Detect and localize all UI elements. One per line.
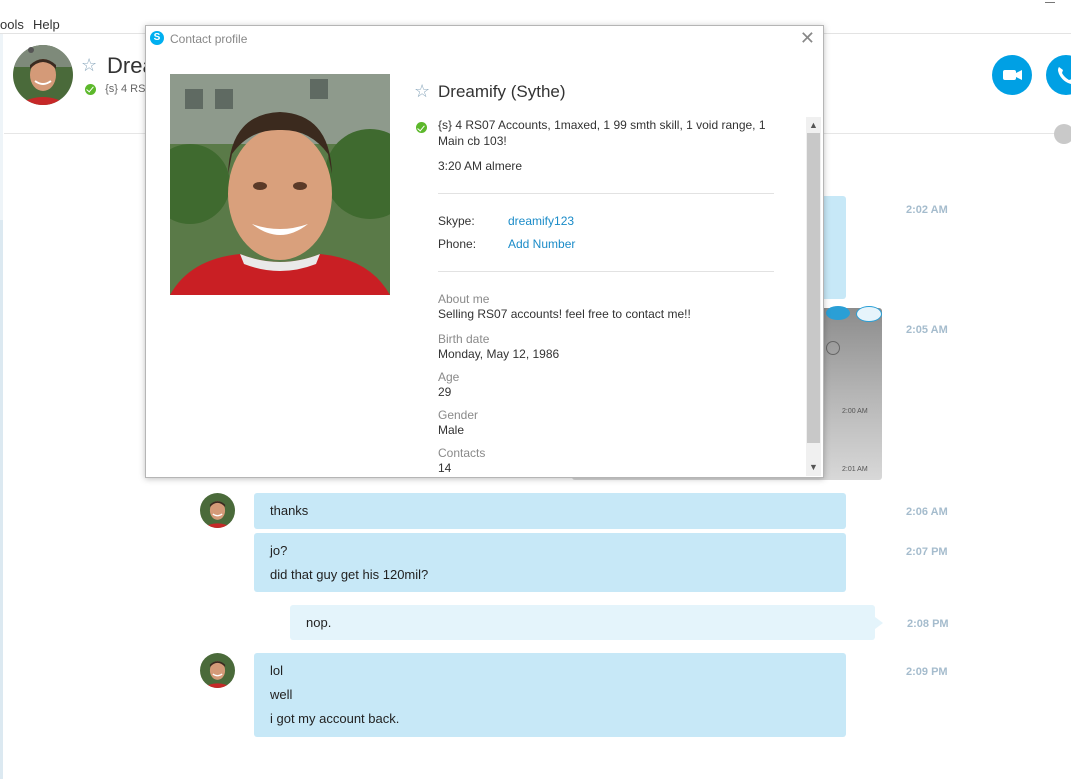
- age-label: Age: [438, 370, 460, 384]
- message-bubble-self: nop.: [290, 605, 875, 640]
- about-value: Selling RS07 accounts! feel free to cont…: [438, 307, 691, 321]
- skype-logo-icon: S: [150, 31, 164, 45]
- profile-name: Dreamify (Sythe): [438, 82, 566, 101]
- divider: [438, 193, 774, 194]
- menu-help[interactable]: Help: [33, 17, 60, 32]
- message-text: well: [270, 687, 293, 702]
- sender-avatar[interactable]: [200, 653, 235, 688]
- contacts-label: Contacts: [438, 446, 486, 460]
- message-text: thanks: [270, 503, 309, 518]
- message-timestamp: 2:07 PM: [906, 546, 948, 558]
- presence-indicator: [28, 47, 34, 53]
- image-timestamp: 2:01 AM: [842, 466, 868, 473]
- conversation-status: {s} 4 RS: [85, 83, 145, 95]
- video-camera-icon: [1003, 70, 1022, 80]
- add-number-link[interactable]: Add Number: [508, 237, 575, 251]
- skype-name-link[interactable]: dreamify123: [508, 214, 574, 228]
- profile-photo: [170, 74, 390, 295]
- dialog-title: Contact profile: [170, 32, 248, 46]
- divider: [438, 271, 774, 272]
- online-status-icon: [416, 122, 427, 134]
- about-label: About me: [438, 292, 490, 306]
- globe-icon: [826, 341, 840, 355]
- bubble-tail: [875, 617, 883, 629]
- gender-value: Male: [438, 423, 465, 437]
- online-status-icon: [85, 83, 96, 95]
- sidebar-edge-dark: [0, 220, 3, 779]
- message-timestamp: 2:06 AM: [906, 506, 948, 518]
- message-text: nop.: [306, 615, 332, 630]
- audio-call-button[interactable]: [1046, 55, 1071, 95]
- message-text: did that guy get his 120mil?: [270, 567, 429, 582]
- message-text: jo?: [270, 543, 288, 558]
- contact-profile-dialog: S Contact profile ✕ ☆ Dreamify (Sythe) {…: [145, 25, 824, 478]
- message-timestamp: 2:08 PM: [907, 618, 949, 630]
- message-text: lol: [270, 663, 284, 678]
- scrollbar-thumb[interactable]: [807, 133, 820, 443]
- birth-date-value: Monday, May 12, 1986: [438, 347, 560, 361]
- age-value: 29: [438, 385, 452, 399]
- contact-avatar[interactable]: [13, 45, 73, 105]
- message-bubble: lol well i got my account back.: [254, 653, 846, 737]
- gender-label: Gender: [438, 408, 479, 422]
- favorite-star-icon[interactable]: ☆: [81, 55, 97, 76]
- image-badge: [826, 306, 850, 320]
- phone-icon: [1058, 67, 1071, 84]
- skype-label: Skype:: [438, 214, 475, 228]
- phone-label: Phone:: [438, 237, 477, 251]
- message-text: i got my account back.: [270, 711, 400, 726]
- video-call-button[interactable]: [992, 55, 1032, 95]
- add-people-icon[interactable]: [1054, 124, 1071, 144]
- image-timestamp: 2:00 AM: [842, 408, 868, 415]
- menu-tools[interactable]: ools: [0, 17, 24, 32]
- birth-date-label: Birth date: [438, 332, 490, 346]
- contacts-value: 14: [438, 461, 452, 475]
- profile-local-time: 3:20 AM almere: [438, 159, 523, 173]
- sender-avatar[interactable]: [200, 493, 235, 528]
- message-timestamp: 2:09 PM: [906, 666, 948, 678]
- message-timestamp: 2:05 AM: [906, 324, 948, 336]
- message-timestamp: 2:02 AM: [906, 204, 948, 216]
- minimize-icon[interactable]: [1045, 2, 1055, 3]
- message-bubble: jo? did that guy get his 120mil?: [254, 533, 846, 592]
- profile-mood-message: {s} 4 RS07 Accounts, 1maxed, 1 99 smth s…: [438, 118, 766, 148]
- message-bubble: thanks: [254, 493, 846, 529]
- image-badge: [856, 306, 882, 322]
- scroll-down-icon[interactable]: ▼: [806, 460, 821, 474]
- favorite-star-icon[interactable]: ☆: [414, 81, 430, 102]
- scroll-up-icon[interactable]: ▲: [806, 118, 821, 132]
- close-icon[interactable]: ✕: [800, 29, 815, 47]
